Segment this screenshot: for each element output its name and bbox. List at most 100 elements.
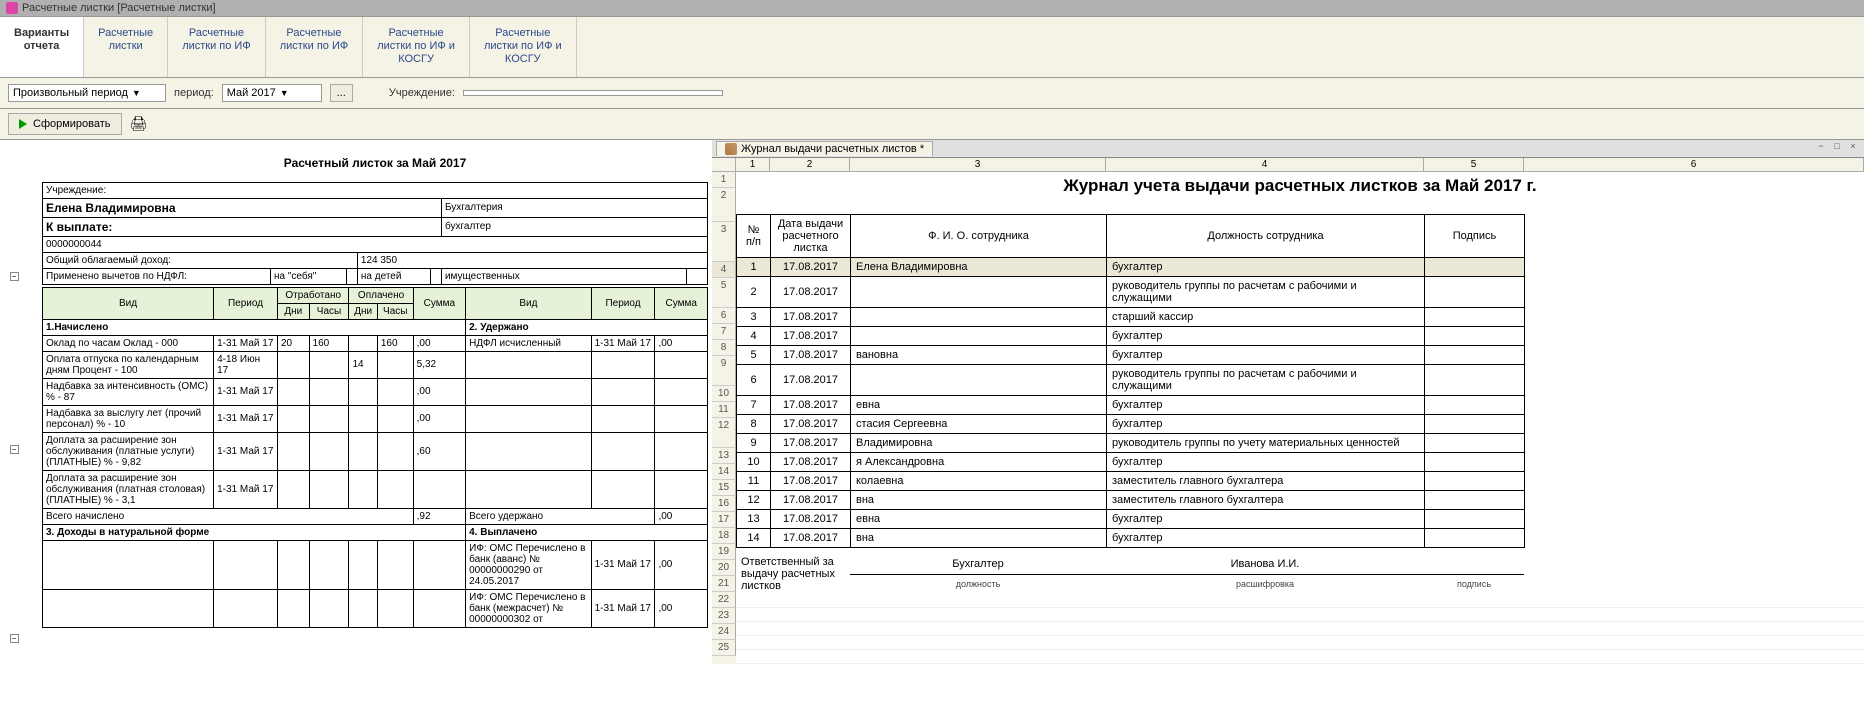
period-mode-value: Произвольный период [13,87,128,99]
period-select[interactable]: Май 2017 ▼ [222,84,322,102]
tax-income-label: Общий облагаемый доход: [43,252,358,268]
h-kind: Вид [43,287,214,319]
slip-row: Надбавка за интенсивность (ОМС) % - 871-… [43,378,708,405]
tab-slips-if-kosgu-2[interactable]: Расчетные листки по ИФ и КОСГУ [470,17,577,77]
window-titlebar: Расчетные листки [Расчетные листки] [0,0,1864,16]
h-fio: Ф. И. О. сотрудника [851,214,1107,257]
table-row[interactable]: 917.08.2017 Владимировнаруководитель гру… [737,433,1525,452]
play-icon [19,119,27,129]
slip-total-row: Всего начислено,92 Всего удержано,00 [43,508,708,524]
h-paid: Оплачено [349,287,413,303]
ded-self: на "себя" [271,268,347,284]
table-row[interactable]: 117.08.2017 Елена Владимировнабухгалтер [737,257,1525,276]
tree-collapse-3[interactable]: − [10,634,19,643]
slip-row: Надбавка за выслугу лет (прочий персонал… [43,405,708,432]
slip-row: Оклад по часам Оклад - 0001-31 Май 17 20… [43,335,708,351]
h-hours: Часы [309,303,349,319]
slip-row: Доплата за расширение зон обслуживания (… [43,470,708,508]
slip-row: Оплата отпуска по календарным дням Проце… [43,351,708,378]
period-label: период: [174,87,214,99]
sec-paid: 4. Выплачено [466,524,708,540]
table-row[interactable]: 517.08.2017 вановнабухгалтер [737,345,1525,364]
h-period2: Период [591,287,655,319]
tab-slips-if-2[interactable]: Расчетные листки по ИФ [266,17,364,77]
slip-panel: − − − Расчетный листок за Май 2017 Учреж… [0,140,712,719]
generate-label: Сформировать [33,118,111,130]
tree-collapse-2[interactable]: − [10,445,19,454]
ded-prop: имущественных [441,268,686,284]
journal-title: Журнал учета выдачи расчетных листков за… [736,172,1864,200]
table-row[interactable]: 217.08.2017руководитель группы по расчет… [737,276,1525,307]
resp-pos: Бухгалтер [850,554,1106,575]
org-label: Учреждение: [389,87,455,99]
slip-row: Доплата за расширение зон обслуживания (… [43,432,708,470]
table-row[interactable]: 1417.08.2017 внабухгалтер [737,528,1525,547]
tree-collapse-1[interactable]: − [10,272,19,281]
generate-button[interactable]: Сформировать [8,113,122,135]
row-numbers: 12 3 4 5 678 9 1011 12 131415 161718 192… [712,172,736,664]
table-row[interactable]: 617.08.2017руководитель группы по расчет… [737,364,1525,395]
ded-children: на детей [357,268,430,284]
h-hours2: Часы [377,303,413,319]
slip-code: 0000000044 [43,236,708,252]
print-icon[interactable]: 🖨 [130,115,148,132]
signature-block: Ответственный за выдачу расчетных листко… [736,554,1524,594]
chevron-down-icon: ▼ [132,88,141,98]
journal-tab-title: Журнал выдачи расчетных листов * [741,143,924,155]
slip-row: ИФ: ОМС Перечислено в банк (аванс) № 000… [43,540,708,589]
slip-payout: К выплате: [43,217,442,236]
tax-income-val: 124 350 [357,252,707,268]
h-num: № п/п [737,214,771,257]
table-row[interactable]: 417.08.2017бухгалтер [737,326,1525,345]
h-date: Дата выдачи расчетного листка [771,214,851,257]
table-row[interactable]: 1017.08.2017 я Александровнабухгалтер [737,452,1525,471]
minimize-icon[interactable]: − [1814,141,1828,155]
period-value: Май 2017 [227,87,276,99]
tab-variants[interactable]: Варианты отчета [0,17,84,77]
resp-name: Иванова И.И. [1106,554,1424,575]
h-worked: Отработано [277,287,348,303]
sheet-icon [725,143,737,155]
ded-label: Применено вычетов по НДФЛ: [43,268,271,284]
h-kind2: Вид [466,287,591,319]
tab-slips[interactable]: Расчетные листки [84,17,168,77]
h-days: Дни [277,303,309,319]
resp-label: Ответственный за выдачу расчетных листко… [736,554,850,594]
slip-row: ИФ: ОМС Перечислено в банк (межрасчет) №… [43,589,708,627]
journal-table: № п/п Дата выдачи расчетного листка Ф. И… [736,214,1525,548]
sec-natural: 3. Доходы в натуральной форме [43,524,466,540]
period-mode-select[interactable]: Произвольный период ▼ [8,84,166,102]
sec-accrued: 1.Начислено [43,319,466,335]
period-picker-button[interactable]: ... [330,84,353,102]
h-sum: Сумма [413,287,465,319]
h-pos: Должность сотрудника [1107,214,1425,257]
report-tabs: Варианты отчета Расчетные листки Расчетн… [0,16,1864,78]
h-days2: Дни [349,303,377,319]
window-title: Расчетные листки [Расчетные листки] [22,2,216,14]
table-row[interactable]: 717.08.2017 евнабухгалтер [737,395,1525,414]
journal-panel: Журнал выдачи расчетных листов * − □ × 1… [712,140,1864,719]
table-row[interactable]: 817.08.2017 стасия Сергеевнабухгалтер [737,414,1525,433]
h-sign: Подпись [1425,214,1525,257]
filter-toolbar: Произвольный период ▼ период: Май 2017 ▼… [0,78,1864,109]
chevron-down-icon: ▼ [280,88,289,98]
maximize-icon[interactable]: □ [1830,141,1844,155]
column-headers: 1 2 3 4 5 6 [712,158,1864,172]
app-icon [6,2,18,14]
slip-org: Учреждение: [43,182,708,198]
tab-slips-if-1[interactable]: Расчетные листки по ИФ [168,17,266,77]
table-row[interactable]: 1217.08.2017 вназаместитель главного бух… [737,490,1525,509]
journal-tab[interactable]: Журнал выдачи расчетных листов * [716,141,933,156]
table-row[interactable]: 317.08.2017старший кассир [737,307,1525,326]
org-select[interactable] [463,90,723,96]
close-icon[interactable]: × [1846,141,1860,155]
table-row[interactable]: 1317.08.2017 евнабухгалтер [737,509,1525,528]
slip-title: Расчетный листок за Май 2017 [42,156,708,170]
h-period: Период [214,287,278,319]
slip-employee-name: Елена Владимировна [43,198,442,217]
sec-withheld: 2. Удержано [466,319,708,335]
slip-position: бухгалтер [441,217,707,236]
table-row[interactable]: 1117.08.2017 колаевназаместитель главног… [737,471,1525,490]
slip-dept: Бухгалтерия [441,198,707,217]
tab-slips-if-kosgu-1[interactable]: Расчетные листки по ИФ и КОСГУ [363,17,470,77]
